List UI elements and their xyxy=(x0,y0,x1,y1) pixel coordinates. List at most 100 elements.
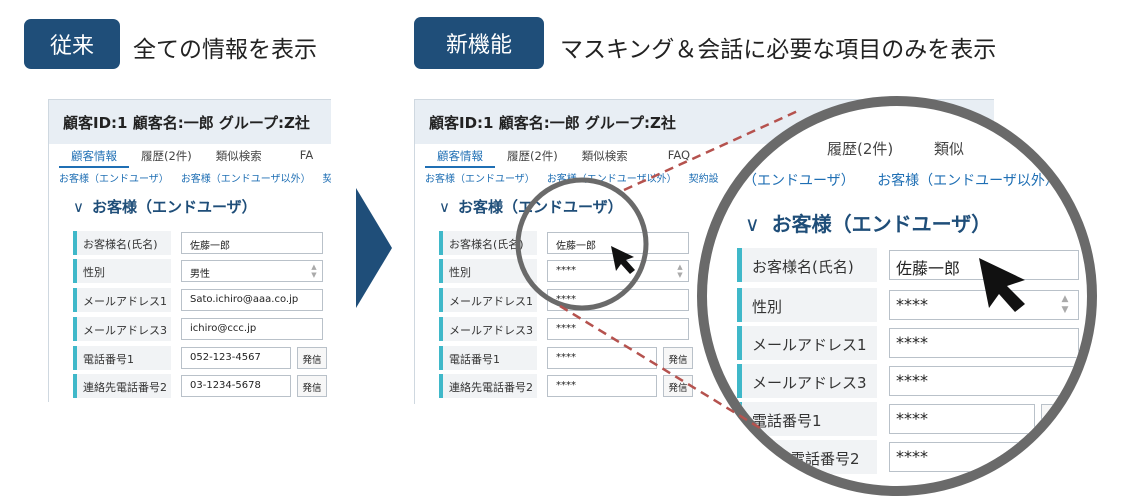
chevron-right-icon xyxy=(356,188,392,308)
field-row-phone2: 連絡先電話番号2 03-1234-5678 発信 xyxy=(73,374,331,398)
field-label: メールアドレス3 xyxy=(737,364,877,398)
subnav-non-end-user[interactable]: お客様（エンドユーザ以外） xyxy=(547,170,677,185)
field-row-phone1: 電話番号1 052-123-4567 発信 xyxy=(73,346,331,370)
field-label: 電話番号2 xyxy=(737,440,877,474)
accent-bar xyxy=(1091,372,1097,406)
field-label: 電話番号1 xyxy=(737,402,877,436)
magnified-row-name: お客様名(氏名) 佐藤一郎 xyxy=(737,248,1087,282)
phone1-field[interactable]: **** xyxy=(547,347,657,369)
magnified-row-email1: メールアドレス1 **** xyxy=(737,326,1087,360)
name-field[interactable]: 佐藤一郎 xyxy=(547,232,689,254)
magnified-tabs: 履歴(2件) 類似 xyxy=(827,138,1000,159)
stepper-icon[interactable]: ▲ ▼ xyxy=(309,263,319,279)
field-label: メールアドレス3 xyxy=(439,317,537,341)
field-label: メールアドレス1 xyxy=(439,288,537,312)
magnified-view: 履歴(2件) 類似 （エンドユーザ） お客様（エンドユーザ以外） ∨ お客様（エン… xyxy=(707,106,1097,486)
field-label: メールアドレス1 xyxy=(73,288,171,312)
subnav-non-end-user[interactable]: お客様（エンドユーザ以外） xyxy=(181,170,311,185)
field-label: 連絡先電話番号2 xyxy=(73,374,171,398)
stepper-icon[interactable]: ▲ ▼ xyxy=(1058,294,1072,316)
gender-value: 男性 xyxy=(190,269,210,280)
gender-field[interactable]: 男性 ▲ ▼ xyxy=(181,260,323,282)
tab-similar-search[interactable]: 類似 xyxy=(934,140,964,158)
field-row-name: お客様名(氏名) 佐藤一郎 xyxy=(73,231,331,255)
call-button[interactable]: 発信 xyxy=(297,375,327,397)
chevron-down-icon: ∨ xyxy=(439,198,450,216)
field-row-phone2: 連絡先電話番号2 **** 発信 xyxy=(439,374,739,398)
magnified-row-email3: メールアドレス3 **** xyxy=(737,364,1087,398)
call-button[interactable]: 発信 xyxy=(663,375,693,397)
tab-faq[interactable]: FA xyxy=(274,144,325,168)
magnified-section-heading[interactable]: ∨ お客様（エンドユーザ） xyxy=(745,208,991,237)
magnifier-circle: 履歴(2件) 類似 （エンドユーザ） お客様（エンドユーザ以外） ∨ お客様（エン… xyxy=(697,96,1097,496)
field-row-name: お客様名(氏名) 佐藤一郎 xyxy=(439,231,739,255)
field-label: 性別 xyxy=(73,259,171,283)
email1-field[interactable]: Sato.ichiro@aaa.co.jp xyxy=(181,289,323,311)
section-heading[interactable]: ∨ お客様（エンドユーザ） xyxy=(73,196,257,217)
before-caption: 全ての情報を表示 xyxy=(133,37,317,63)
field-label: 電話番号1 xyxy=(73,346,171,370)
accent-bar xyxy=(1091,246,1097,286)
email3-field[interactable]: **** xyxy=(547,318,689,340)
chevron-down-icon: ∨ xyxy=(73,198,84,216)
subnav-end-user[interactable]: お客様（エンドユーザ） xyxy=(59,170,169,185)
after-caption: マスキング＆会話に必要な項目のみを表示 xyxy=(560,37,997,63)
name-field[interactable]: 佐藤一郎 xyxy=(181,232,323,254)
subnav-non-end-user[interactable]: お客様（エンドユーザ以外） xyxy=(877,173,1059,189)
call-button[interactable]: 発信 xyxy=(1041,404,1081,434)
call-button[interactable]: 発信 xyxy=(663,347,693,369)
magnified-row-phone2: 電話番号2 **** xyxy=(737,440,1087,474)
tab-history[interactable]: 履歴(2件) xyxy=(129,144,204,168)
field-label: メールアドレス3 xyxy=(73,317,171,341)
accent-bar xyxy=(1091,290,1097,328)
subnav: お客様（エンドユーザ） お客様（エンドユーザ以外） 契 xyxy=(59,170,331,185)
email3-field[interactable]: ichiro@ccc.jp xyxy=(181,318,323,340)
tab-customer-info[interactable]: 顧客情報 xyxy=(59,144,129,168)
tab-history[interactable]: 履歴(2件) xyxy=(827,140,893,158)
field-label: 性別 xyxy=(439,259,537,283)
field-label: お客様名(氏名) xyxy=(439,231,537,255)
email1-field[interactable]: **** xyxy=(547,289,689,311)
field-label: 性別 xyxy=(737,288,877,322)
after-tag: 新機能 xyxy=(414,17,544,69)
magnified-subnav: （エンドユーザ） お客様（エンドユーザ以外） xyxy=(743,170,1077,190)
field-row-gender: 性別 男性 ▲ ▼ xyxy=(73,259,331,283)
gender-field[interactable]: **** ▲ ▼ xyxy=(547,260,689,282)
section-heading[interactable]: ∨ お客様（エンドユーザ） xyxy=(439,196,623,217)
phone2-field[interactable]: 03-1234-5678 xyxy=(181,375,291,397)
field-label: メールアドレス1 xyxy=(737,326,877,360)
subnav-contract[interactable]: 契 xyxy=(323,170,331,185)
field-row-phone1: 電話番号1 **** 発信 xyxy=(439,346,739,370)
mouse-cursor-icon xyxy=(979,258,1025,312)
call-button[interactable]: 発信 xyxy=(297,347,327,369)
field-row-email3: メールアドレス3 **** xyxy=(439,317,739,341)
stepper-icon[interactable]: ▲ ▼ xyxy=(675,263,685,279)
field-row-gender: 性別 **** ▲ ▼ xyxy=(439,259,739,283)
phone2-field[interactable]: **** xyxy=(547,375,657,397)
field-row-email1: メールアドレス1 **** xyxy=(439,288,739,312)
panel-tabs: 顧客情報 履歴(2件) 類似検索 FAQ xyxy=(425,144,702,168)
before-tag: 従来 xyxy=(24,19,120,69)
field-row-email3: メールアドレス3 ichiro@ccc.jp xyxy=(73,317,331,341)
phone1-field[interactable]: **** xyxy=(889,404,1035,434)
tab-customer-info[interactable]: 顧客情報 xyxy=(425,144,495,168)
gender-value: **** xyxy=(896,295,928,314)
tab-similar-search[interactable]: 類似検索 xyxy=(570,144,640,168)
tab-similar-search[interactable]: 類似検索 xyxy=(204,144,274,168)
panel-title: 顧客ID:1 顧客名:一郎 グループ:Z社 xyxy=(49,100,331,144)
field-label: お客様名(氏名) xyxy=(737,248,877,282)
subnav-end-user[interactable]: （エンドユーザ） xyxy=(743,173,855,189)
magnified-row-gender: 性別 **** ▲ ▼ xyxy=(737,288,1087,322)
chevron-down-icon: ∨ xyxy=(745,212,760,236)
phone2-field[interactable]: **** xyxy=(889,442,1035,472)
subnav-end-user[interactable]: お客様（エンドユーザ） xyxy=(425,170,535,185)
panel-tabs: 顧客情報 履歴(2件) 類似検索 FA xyxy=(59,144,325,168)
email1-field[interactable]: **** xyxy=(889,328,1079,358)
field-label: 連絡先電話番号2 xyxy=(439,374,537,398)
phone1-field[interactable]: 052-123-4567 xyxy=(181,347,291,369)
field-row-email1: メールアドレス1 Sato.ichiro@aaa.co.jp xyxy=(73,288,331,312)
gender-value: **** xyxy=(556,265,576,276)
tab-history[interactable]: 履歴(2件) xyxy=(495,144,570,168)
email3-field[interactable]: **** xyxy=(889,366,1079,396)
tab-faq[interactable]: FAQ xyxy=(640,144,702,168)
